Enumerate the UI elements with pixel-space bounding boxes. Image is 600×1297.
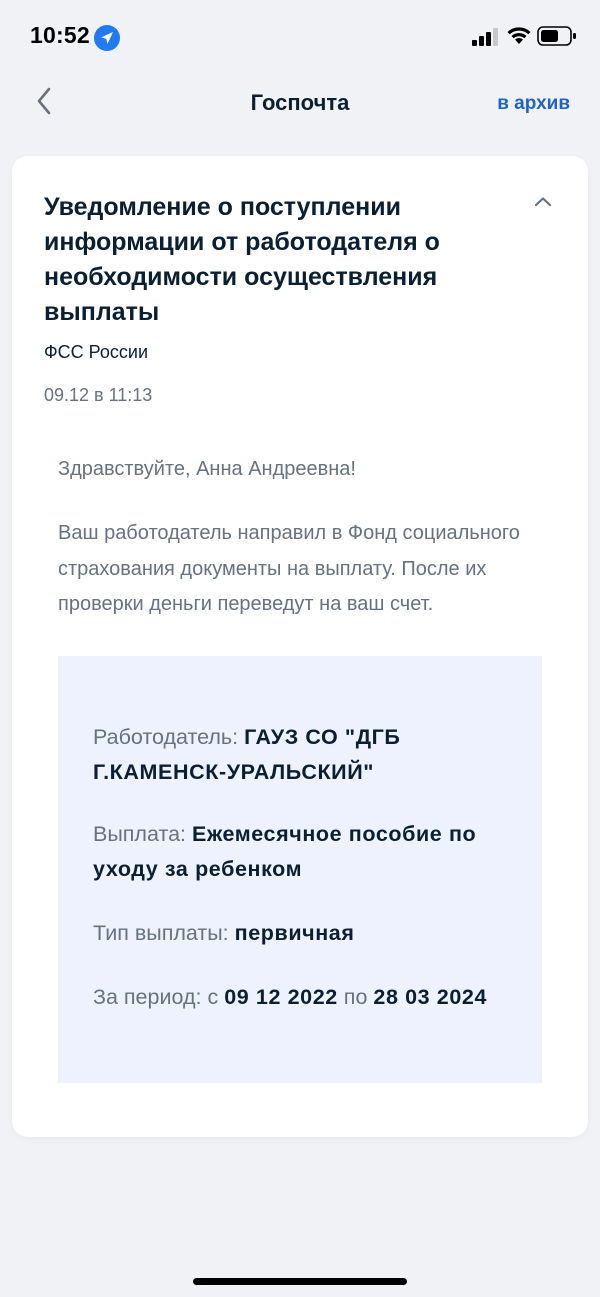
collapse-button[interactable] (532, 194, 554, 210)
employer-label: Работодатель: (93, 725, 239, 749)
nav-bar: Госпочта в архив (0, 70, 600, 140)
location-arrow-icon (94, 25, 120, 51)
detail-payment: Выплата: Ежемесячное пособие по уходу за… (93, 817, 513, 887)
period-label: За период: с (93, 985, 219, 1009)
payment-details: Работодатель: ГАУЗ СО "ДГБ Г.КАМЕНСК-УРА… (58, 656, 542, 1083)
message-body: Ваш работодатель направил в Фонд социаль… (58, 522, 520, 615)
message-sender: ФСС России (44, 342, 149, 362)
payment-label: Выплата: (93, 822, 187, 846)
status-bar: 10:52 (0, 0, 600, 70)
detail-employer: Работодатель: ГАУЗ СО "ДГБ Г.КАМЕНСК-УРА… (93, 720, 513, 790)
period-to: 28 03 2024 (373, 985, 487, 1009)
period-to-label: по (343, 985, 368, 1009)
chevron-up-icon (534, 197, 552, 207)
payment-type-value: первичная (234, 921, 355, 945)
message-card: Уведомление о поступлении информации от … (12, 156, 588, 1137)
wifi-icon (507, 27, 531, 44)
archive-button[interactable]: в архив (497, 93, 570, 115)
status-time: 10:52 (30, 22, 90, 48)
battery-icon (537, 26, 576, 46)
detail-payment-type: Тип выплаты: первичная (93, 916, 513, 951)
home-indicator (193, 1278, 407, 1285)
cellular-signal-icon (472, 28, 498, 46)
detail-period: За период: с 09 12 2022 по 28 03 2024 (93, 980, 513, 1015)
payment-type-label: Тип выплаты: (93, 921, 229, 945)
message-greeting: Здравствуйте, Анна Андреевна! (58, 458, 356, 480)
message-date: 09.12 в 11:13 (44, 385, 153, 405)
message-title: Уведомление о поступлении информации от … (44, 193, 440, 326)
period-from: 09 12 2022 (224, 985, 338, 1009)
